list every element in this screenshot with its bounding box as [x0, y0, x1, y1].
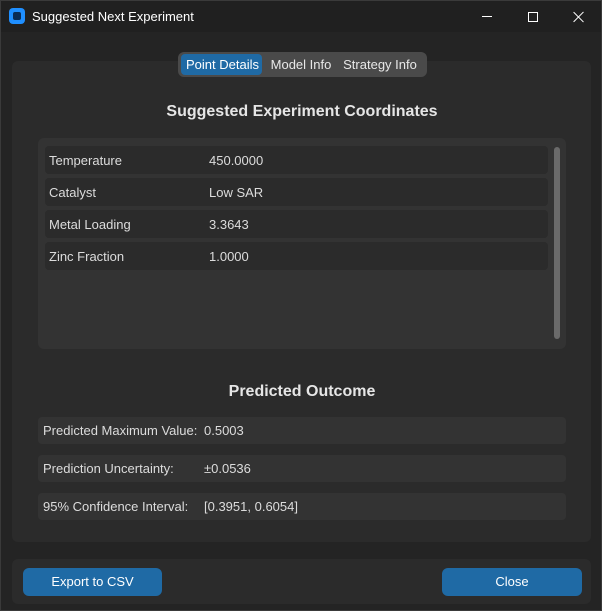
- outcome-row-max-value: Predicted Maximum Value: 0.5003: [38, 417, 566, 444]
- minimize-button[interactable]: [464, 1, 510, 32]
- close-window-button[interactable]: [556, 1, 602, 32]
- outcome-value: ±0.0536: [204, 461, 251, 476]
- coordinate-row-temperature: Temperature 450.0000: [45, 146, 548, 174]
- coordinate-value: 3.3643: [209, 217, 249, 232]
- coordinate-row-metal-loading: Metal Loading 3.3643: [45, 210, 548, 238]
- outcome-label: Prediction Uncertainty:: [43, 461, 174, 476]
- close-button[interactable]: Close: [442, 568, 582, 596]
- coordinate-label: Catalyst: [49, 185, 96, 200]
- tab-strategy-info[interactable]: Strategy Info: [338, 54, 422, 75]
- maximize-icon: [528, 11, 538, 22]
- coordinate-label: Metal Loading: [49, 217, 131, 232]
- coordinate-value: 1.0000: [209, 249, 249, 264]
- minimize-icon: [482, 16, 492, 17]
- close-icon: [573, 11, 585, 23]
- tab-bar: Point Details Model Info Strategy Info: [178, 52, 427, 77]
- app-icon: [9, 8, 25, 24]
- outcome-value: [0.3951, 0.6054]: [204, 499, 298, 514]
- coordinate-label: Zinc Fraction: [49, 249, 125, 264]
- tab-model-info[interactable]: Model Info: [264, 54, 338, 75]
- coordinate-value: Low SAR: [209, 185, 264, 200]
- outcome-row-confidence-interval: 95% Confidence Interval: [0.3951, 0.6054…: [38, 493, 566, 520]
- coordinates-title: Suggested Experiment Coordinates: [166, 103, 438, 120]
- outcome-value: 0.5003: [204, 423, 244, 438]
- outcome-label: Predicted Maximum Value:: [43, 423, 198, 438]
- export-csv-button[interactable]: Export to CSV: [23, 568, 162, 596]
- dialog-window: Suggested Next Experiment Point Details …: [0, 0, 602, 611]
- outcome-title: Predicted Outcome: [228, 383, 376, 400]
- title-bar[interactable]: Suggested Next Experiment: [1, 1, 601, 32]
- coordinate-row-zinc-fraction: Zinc Fraction 1.0000: [45, 242, 548, 270]
- tab-point-details[interactable]: Point Details: [181, 54, 262, 75]
- window-title: Suggested Next Experiment: [32, 9, 194, 24]
- coordinate-label: Temperature: [49, 153, 122, 168]
- coordinate-row-catalyst: Catalyst Low SAR: [45, 178, 548, 206]
- maximize-button[interactable]: [510, 1, 556, 32]
- outcome-label: 95% Confidence Interval:: [43, 499, 189, 514]
- outcome-row-uncertainty: Prediction Uncertainty: ±0.0536: [38, 455, 566, 482]
- scrollbar-thumb[interactable]: [554, 147, 560, 339]
- coordinates-scrollbar[interactable]: [554, 147, 560, 339]
- coordinate-value: 450.0000: [209, 153, 264, 168]
- coordinates-list[interactable]: Temperature 450.0000 Catalyst Low SAR Me…: [38, 138, 566, 349]
